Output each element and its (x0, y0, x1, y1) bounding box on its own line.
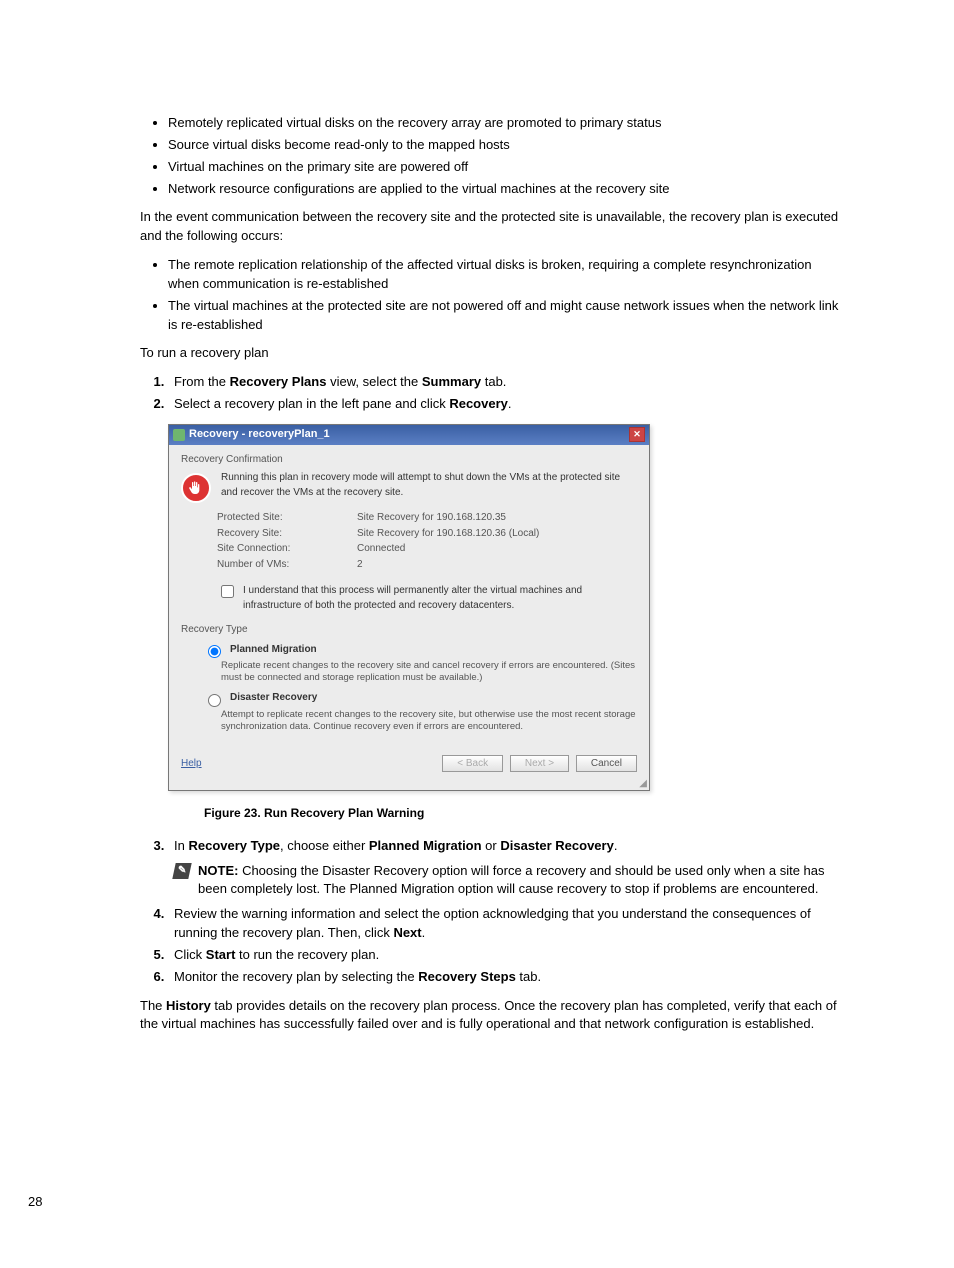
bold-text: Disaster Recovery (500, 838, 613, 853)
document-page: Remotely replicated virtual disks on the… (0, 0, 954, 1268)
site-connection-value: Connected (357, 542, 405, 557)
site-connection-label: Site Connection: (217, 542, 357, 557)
dialog-titlebar: Recovery - recoveryPlan_1 ✕ (169, 425, 649, 445)
list-item: Source virtual disks become read-only to… (168, 136, 844, 155)
bold-text: Recovery Steps (418, 969, 516, 984)
ordered-steps-1: From the Recovery Plans view, select the… (140, 373, 844, 414)
figure-caption: Figure 23. Run Recovery Plan Warning (204, 805, 844, 822)
note-icon: ✎ (172, 863, 191, 879)
bold-text: Recovery (449, 396, 508, 411)
paragraph-event: In the event communication between the r… (140, 208, 844, 246)
bold-text: Recovery Type (188, 838, 280, 853)
list-item: Remotely replicated virtual disks on the… (168, 114, 844, 133)
recovery-type-label: Recovery Type (181, 623, 637, 638)
bullet-list-event: The remote replication relationship of t… (140, 256, 844, 334)
list-item: The remote replication relationship of t… (168, 256, 844, 294)
confirmation-text: Running this plan in recovery mode will … (221, 471, 637, 500)
number-vms-value: 2 (357, 558, 363, 573)
warning-hand-icon (181, 473, 211, 503)
bold-text: Recovery Plans (230, 374, 327, 389)
planned-migration-title: Planned Migration (230, 643, 317, 658)
step-item: From the Recovery Plans view, select the… (168, 373, 844, 392)
confirmation-row: Running this plan in recovery mode will … (181, 471, 637, 503)
note-block: ✎ NOTE: Choosing the Disaster Recovery o… (174, 862, 844, 900)
note-text: NOTE: Choosing the Disaster Recovery opt… (198, 862, 844, 900)
close-icon[interactable]: ✕ (629, 427, 645, 442)
protected-site-value: Site Recovery for 190.168.120.35 (357, 511, 506, 526)
disaster-recovery-desc: Attempt to replicate recent changes to t… (221, 709, 637, 734)
step-item: Review the warning information and selec… (168, 905, 844, 943)
bold-text: Next (393, 925, 421, 940)
protected-site-label: Protected Site: (217, 511, 357, 526)
list-item: Network resource configurations are appl… (168, 180, 844, 199)
acknowledgement-row: I understand that this process will perm… (217, 584, 637, 613)
dialog-body: Recovery Confirmation Running this plan … (169, 445, 649, 747)
back-button[interactable]: < Back (442, 755, 503, 772)
bold-text: History (166, 998, 211, 1013)
planned-migration-radio[interactable] (208, 645, 221, 658)
bullet-list-top: Remotely replicated virtual disks on the… (140, 114, 844, 198)
dialog-footer: Help < Back Next > Cancel (169, 747, 649, 780)
radio-planned-block: Planned Migration Replicate recent chang… (203, 642, 637, 685)
number-vms-label: Number of VMs: (217, 558, 357, 573)
bold-text: Start (206, 947, 236, 962)
figure-wrapper: Recovery - recoveryPlan_1 ✕ Recovery Con… (168, 424, 844, 823)
dialog-app-icon (173, 429, 185, 441)
bold-text: Planned Migration (369, 838, 482, 853)
list-item: Virtual machines on the primary site are… (168, 158, 844, 177)
step-item: In Recovery Type, choose either Planned … (168, 837, 844, 900)
resize-grip-icon[interactable]: ◢ (169, 780, 649, 790)
planned-migration-desc: Replicate recent changes to the recovery… (221, 660, 637, 685)
page-number: 28 (28, 1193, 42, 1212)
next-button[interactable]: Next > (510, 755, 569, 772)
cancel-button[interactable]: Cancel (576, 755, 637, 772)
disaster-recovery-radio[interactable] (208, 694, 221, 707)
info-table: Protected Site:Site Recovery for 190.168… (217, 511, 637, 572)
recovery-type-section: Recovery Type Planned Migration Replicat… (181, 623, 637, 733)
paragraph-history: The History tab provides details on the … (140, 997, 844, 1035)
acknowledgement-checkbox[interactable] (221, 585, 234, 598)
dialog-title-text: Recovery - recoveryPlan_1 (189, 427, 330, 443)
recovery-site-value: Site Recovery for 190.168.120.36 (Local) (357, 527, 539, 542)
recovery-confirmation-label: Recovery Confirmation (181, 453, 637, 468)
recovery-site-label: Recovery Site: (217, 527, 357, 542)
disaster-recovery-title: Disaster Recovery (230, 691, 317, 706)
recovery-dialog: Recovery - recoveryPlan_1 ✕ Recovery Con… (168, 424, 650, 791)
step-item: Monitor the recovery plan by selecting t… (168, 968, 844, 987)
help-link[interactable]: Help (181, 757, 202, 772)
ordered-steps-2: In Recovery Type, choose either Planned … (140, 837, 844, 987)
radio-disaster-block: Disaster Recovery Attempt to replicate r… (203, 691, 637, 734)
list-item: The virtual machines at the protected si… (168, 297, 844, 335)
step-item: Click Start to run the recovery plan. (168, 946, 844, 965)
acknowledgement-text: I understand that this process will perm… (243, 584, 637, 613)
paragraph-run: To run a recovery plan (140, 344, 844, 363)
step-item: Select a recovery plan in the left pane … (168, 395, 844, 414)
bold-text: Summary (422, 374, 481, 389)
